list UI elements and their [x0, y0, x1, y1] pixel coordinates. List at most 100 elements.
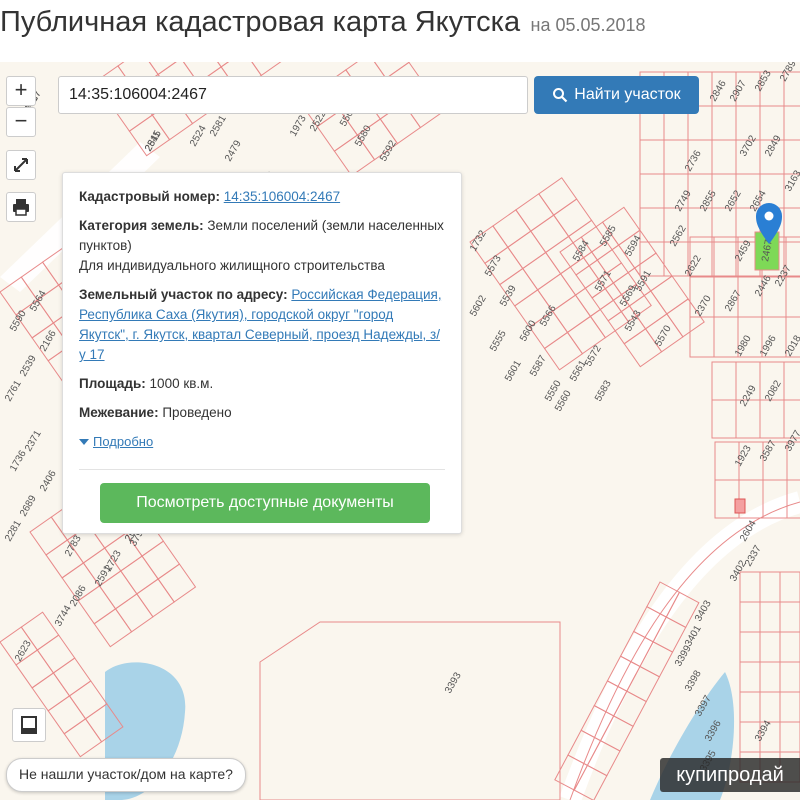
parcel-outline [779, 631, 800, 663]
parcel-outline [759, 399, 785, 439]
parcel-outline [739, 631, 761, 663]
category-label: Категория земель: [79, 218, 204, 233]
parcel-number-label: 2845 [143, 128, 164, 153]
parcel-outline [36, 634, 76, 674]
parcel-number-label: 2371 [23, 428, 44, 453]
panel-divider [79, 469, 445, 470]
parcel-number-label: 2749 [673, 188, 694, 213]
parcel-number-label: 5572 [583, 343, 604, 368]
not-found-link[interactable]: Не нашли участок/дом на карте? [6, 758, 246, 792]
page-header: Публичная кадастровая карта Якутска на 0… [0, 6, 646, 58]
parcel-number-label: 2652 [723, 188, 744, 213]
parcel-outline [157, 563, 197, 603]
parcel-outline [639, 173, 665, 209]
parcel-outline [779, 721, 800, 753]
parcel-number-label: 2249 [738, 383, 759, 408]
parcel-number-label: 5601 [503, 358, 524, 383]
parcel-number-label: 5587 [528, 353, 549, 378]
parcel-number-label: 2479 [223, 138, 244, 163]
parcel-number-label: 5602 [468, 293, 489, 318]
parcel-number-label: 2370 [693, 293, 714, 318]
area-value: 1000 кв.м. [149, 376, 214, 391]
parcel-number-label: 5592 [378, 138, 399, 163]
zoom-out-button[interactable]: − [6, 107, 36, 137]
parcel-number-label: 2406 [38, 468, 59, 493]
parcel-outline [759, 691, 781, 723]
parcel-number-label: 5571 [593, 268, 614, 293]
parcel-number-label: 2855 [698, 188, 719, 213]
parcel-number-label: 2907 [728, 78, 749, 103]
category-row: Категория земель: Земли поселений (земли… [79, 216, 445, 276]
parcel-number-label: 2623 [13, 638, 34, 663]
details-label: Подробно [93, 434, 154, 449]
parcel-number-label: 3398 [683, 668, 704, 693]
parcel-outline [759, 571, 781, 603]
parcel-outline [711, 139, 737, 175]
parcel-number-label: 2783 [63, 533, 84, 558]
parcel-outline [711, 241, 737, 277]
find-parcel-label: Найти участок [574, 86, 681, 103]
parcel-number-label: 5600 [518, 318, 539, 343]
parcel-outline [711, 105, 737, 141]
caret-down-icon [79, 439, 89, 445]
parcel-number-label: 2723 [103, 548, 124, 573]
parcel-number-label: 3744 [53, 603, 74, 628]
parcel-outline [759, 105, 785, 141]
details-toggle[interactable]: Подробно [79, 432, 445, 452]
fullscreen-button[interactable] [6, 150, 36, 180]
location-marker-dot [764, 211, 774, 221]
survey-value: Проведено [162, 405, 232, 420]
parcel-outline [492, 209, 532, 248]
category-use: Для индивидуального жилищного строительс… [79, 258, 385, 273]
parcel-outline [739, 691, 761, 723]
parcel-outline [779, 691, 800, 723]
parcel-outline [68, 680, 108, 720]
find-parcel-button[interactable]: Найти участок [534, 76, 699, 114]
parcel-number-label: 5543 [623, 308, 644, 333]
parcel-number-label: 2281 [3, 518, 24, 543]
parcel-outline [739, 661, 761, 693]
parcel-outline [779, 571, 800, 603]
cadastral-link[interactable]: 14:35:106004:2467 [224, 189, 340, 204]
parcel-outline [553, 198, 593, 238]
parcel-outline [783, 361, 800, 401]
parcel-outline [785, 276, 800, 318]
survey-label: Межевание: [79, 405, 159, 420]
parcel-outline [759, 661, 781, 693]
parcel-info-panel: Кадастровый номер: 14:35:106004:2467 Кат… [62, 172, 462, 534]
parcel-number-label: 2622 [683, 253, 704, 278]
parcel-number-label: 3977 [783, 428, 800, 453]
parcel-outline [136, 578, 175, 618]
parcel-number-label: 2846 [708, 78, 729, 103]
parcel-outline [515, 193, 555, 232]
layers-button[interactable] [12, 708, 46, 742]
area-label: Площадь: [79, 376, 146, 391]
parcel-outline [52, 657, 92, 697]
parcel-outline [551, 294, 592, 334]
parcel-outline [779, 601, 800, 633]
parcel-number-label: 2562 [668, 223, 689, 248]
parcel-number-label: 5573 [483, 253, 504, 278]
parcel-number-label: 2849 [763, 133, 784, 158]
parcel-outline [522, 251, 562, 291]
parcel-block-e2 [711, 361, 800, 439]
fullscreen-icon [14, 158, 28, 172]
parcel-number-label: 1732 [468, 228, 489, 253]
small-red-parcel [734, 498, 746, 514]
view-documents-button[interactable]: Посмотреть доступные документы [100, 483, 430, 523]
parcel-number-label: 5555 [488, 328, 509, 353]
print-button[interactable] [6, 192, 36, 222]
zoom-in-button[interactable]: + [6, 76, 36, 106]
parcel-outline [93, 608, 133, 648]
parcel-outline [783, 105, 800, 141]
parcel-outline [120, 555, 159, 595]
parcel-outline [141, 540, 181, 580]
area-row: Площадь: 1000 кв.м. [79, 374, 445, 394]
cadastral-search-input[interactable] [58, 76, 528, 114]
page-date: на 05.05.2018 [530, 15, 646, 35]
parcel-outline [114, 593, 154, 633]
survey-row: Межевание: Проведено [79, 403, 445, 423]
parcel-outline [783, 139, 800, 175]
parcel-outline [711, 399, 737, 439]
watermark-logo: купипродай [660, 758, 800, 792]
